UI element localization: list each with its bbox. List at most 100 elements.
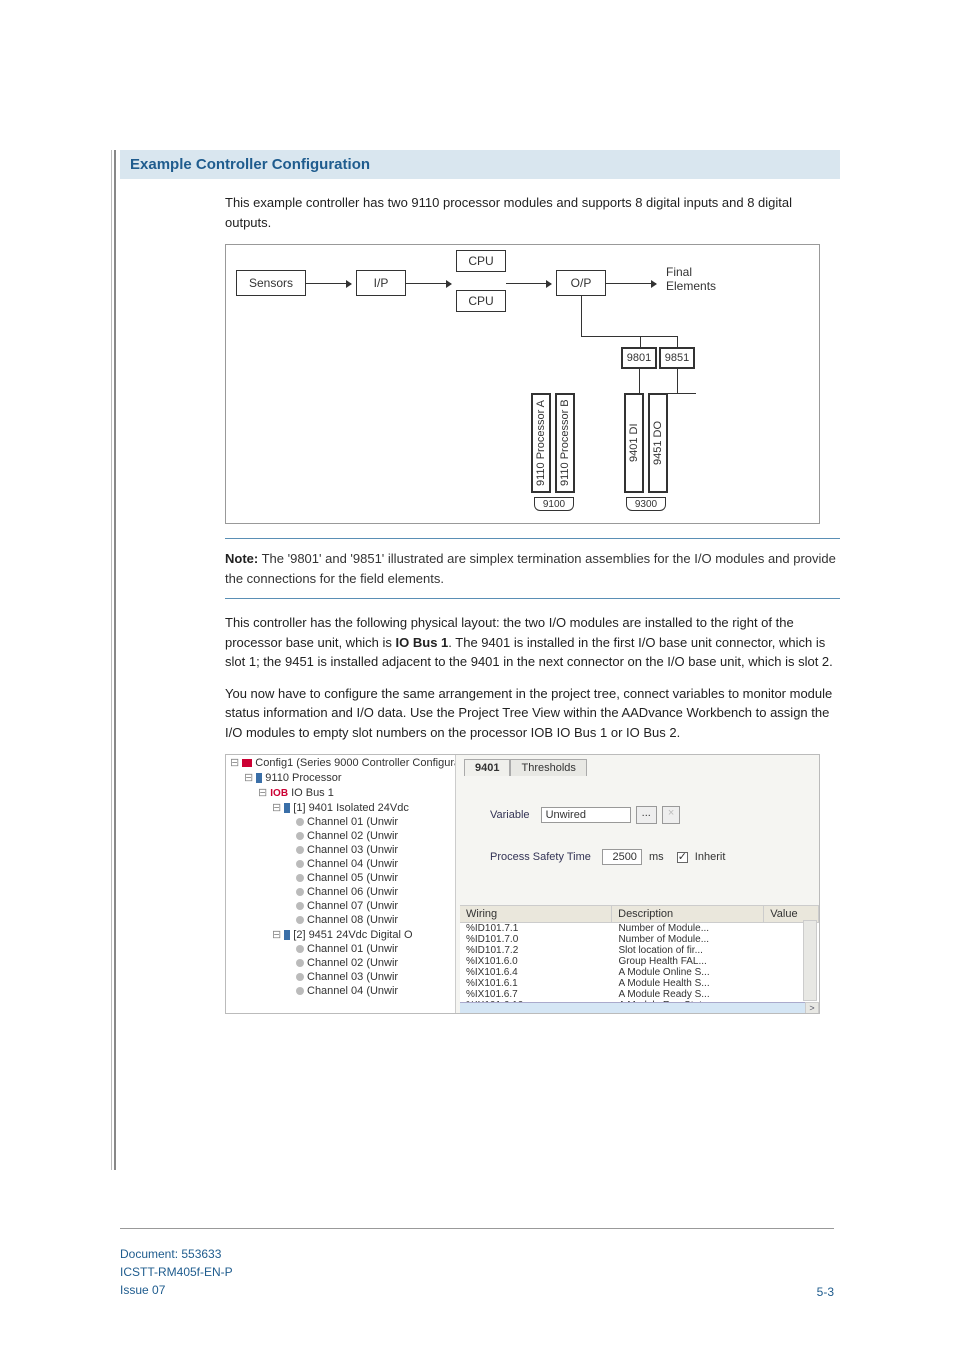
connector-line: [581, 336, 641, 337]
arrow-icon: [306, 283, 351, 284]
grid-cell[interactable]: A Module Ready S...: [612, 989, 764, 1000]
iob-icon: IOB: [270, 788, 288, 799]
tree-channel[interactable]: Channel 06 (Unwir: [307, 886, 398, 898]
tree-processor[interactable]: 9110 Processor: [265, 772, 341, 784]
note-text: The '9801' and '9851' illustrated are si…: [225, 551, 836, 586]
para2-bold: IO Bus 1: [396, 635, 449, 650]
grid-cell[interactable]: Group Health FAL...: [612, 956, 764, 967]
channel-icon: [296, 916, 304, 924]
tree-channel[interactable]: Channel 02 (Unwir: [307, 957, 398, 969]
tree-module-1[interactable]: [1] 9401 Isolated 24Vdc: [293, 802, 409, 814]
processor-a-block: 9110 Processor A: [531, 393, 551, 493]
footer-ref: ICSTT-RM405f-EN-P: [120, 1263, 233, 1281]
tree-channel[interactable]: Channel 08 (Unwir: [307, 914, 398, 926]
channel-icon: [296, 902, 304, 910]
channel-icon: [296, 818, 304, 826]
channel-icon: [296, 987, 304, 995]
footer-issue: Issue 07: [120, 1281, 233, 1299]
block-9801: 9801: [621, 347, 657, 369]
connector-line: [677, 369, 678, 393]
note-label: Note:: [225, 551, 258, 566]
tree-channel[interactable]: Channel 07 (Unwir: [307, 900, 398, 912]
grid-cell[interactable]: %IX101.6.7: [460, 989, 612, 1000]
properties-panel: 9401Thresholds Variable Unwired ... × Pr…: [460, 755, 819, 1014]
di-9401-block: 9401 DI: [624, 393, 644, 493]
variable-label: Variable: [490, 809, 530, 821]
scroll-arrow-icon[interactable]: >: [805, 1002, 819, 1014]
channel-icon: [296, 888, 304, 896]
pst-label: Process Safety Time: [490, 851, 591, 863]
section-heading: Example Controller Configuration: [120, 150, 840, 179]
grid-header-wiring[interactable]: Wiring: [460, 906, 612, 922]
tree-channel[interactable]: Channel 03 (Unwir: [307, 844, 398, 856]
channel-icon: [296, 959, 304, 967]
tree-channel[interactable]: Channel 02 (Unwir: [307, 830, 398, 842]
connector-line: [639, 369, 640, 393]
grid-cell[interactable]: %ID101.7.0: [460, 934, 612, 945]
workbench-screenshot: ⊟ Config1 (Series 9000 Controller Config…: [225, 754, 820, 1014]
footer-rule: [120, 1228, 834, 1229]
tree-channel[interactable]: Channel 01 (Unwir: [307, 816, 398, 828]
grid-header-desc[interactable]: Description: [612, 906, 764, 922]
browse-button[interactable]: ...: [636, 806, 657, 824]
arrow-icon: [406, 283, 451, 284]
grid-cell[interactable]: %ID101.7.2: [460, 945, 612, 956]
channel-icon: [296, 973, 304, 981]
tree-config[interactable]: Config1 (Series 9000 Controller Configur…: [255, 757, 456, 769]
block-9851: 9851: [659, 347, 695, 369]
horizontal-scrollbar[interactable]: [460, 1002, 805, 1014]
channel-icon: [296, 832, 304, 840]
channel-icon: [296, 860, 304, 868]
tree-channel[interactable]: Channel 03 (Unwir: [307, 971, 398, 983]
inherit-checkbox[interactable]: [677, 852, 688, 863]
do-9451-block: 9451 DO: [648, 393, 668, 493]
grid-cell[interactable]: %IX101.6.1: [460, 978, 612, 989]
config-icon: [242, 759, 252, 767]
tree-channel[interactable]: Channel 04 (Unwir: [307, 985, 398, 997]
grid-cell[interactable]: %IX101.6.0: [460, 956, 612, 967]
heading-text: Example Controller Configuration: [130, 156, 830, 173]
arrow-icon: [506, 283, 551, 284]
pst-field[interactable]: 2500: [602, 849, 642, 865]
module-icon: [284, 930, 290, 940]
page-footer: Document: 553633 ICSTT-RM405f-EN-P Issue…: [120, 1245, 233, 1299]
tree-channel[interactable]: Channel 04 (Unwir: [307, 858, 398, 870]
grid-cell[interactable]: %IX101.6.4: [460, 967, 612, 978]
vertical-scrollbar[interactable]: [803, 920, 817, 1001]
grid-cell[interactable]: A Module Health S...: [612, 978, 764, 989]
cpu-block-2: CPU: [456, 290, 506, 312]
tab-9401[interactable]: 9401: [464, 759, 510, 776]
processor-icon: [256, 773, 262, 783]
intro-paragraph: This example controller has two 9110 pro…: [225, 193, 840, 232]
connector-line: [640, 336, 677, 337]
paragraph-3: You now have to configure the same arran…: [225, 684, 840, 743]
grid-cell[interactable]: A Module Online S...: [612, 967, 764, 978]
connector-line: [581, 296, 582, 336]
channel-icon: [296, 846, 304, 854]
tree-module-2[interactable]: [2] 9451 24Vdc Digital O: [293, 929, 412, 941]
op-block: O/P: [556, 270, 606, 296]
channel-icon: [296, 945, 304, 953]
tree-iobus[interactable]: IO Bus 1: [291, 787, 334, 799]
note-box: Note: The '9801' and '9851' illustrated …: [225, 538, 840, 599]
grid-cell[interactable]: %ID101.7.1: [460, 923, 612, 934]
final-elements-label: Final Elements: [666, 265, 736, 293]
project-tree-panel: ⊟ Config1 (Series 9000 Controller Config…: [226, 755, 456, 1014]
wiring-grid: Wiring Description Value %ID101.7.1Numbe…: [460, 905, 819, 1014]
grid-cell[interactable]: Number of Module...: [612, 934, 764, 945]
clear-button[interactable]: ×: [662, 806, 680, 824]
inherit-label: Inherit: [695, 851, 726, 863]
tree-channel[interactable]: Channel 05 (Unwir: [307, 872, 398, 884]
tree-channel[interactable]: Channel 01 (Unwir: [307, 943, 398, 955]
paragraph-2: This controller has the following physic…: [225, 613, 840, 672]
ip-block: I/P: [356, 270, 406, 296]
processor-b-block: 9110 Processor B: [555, 393, 575, 493]
variable-field[interactable]: Unwired: [541, 807, 631, 823]
tab-thresholds[interactable]: Thresholds: [510, 759, 586, 776]
architecture-diagram: Sensors I/P CPU CPU O/P Final Elements 9…: [225, 244, 820, 524]
sensors-block: Sensors: [236, 270, 306, 296]
grid-cell[interactable]: Slot location of fir...: [612, 945, 764, 956]
module-icon: [284, 803, 290, 813]
grid-cell[interactable]: Number of Module...: [612, 923, 764, 934]
grid-body: %ID101.7.1Number of Module... %ID101.7.0…: [460, 923, 819, 1011]
